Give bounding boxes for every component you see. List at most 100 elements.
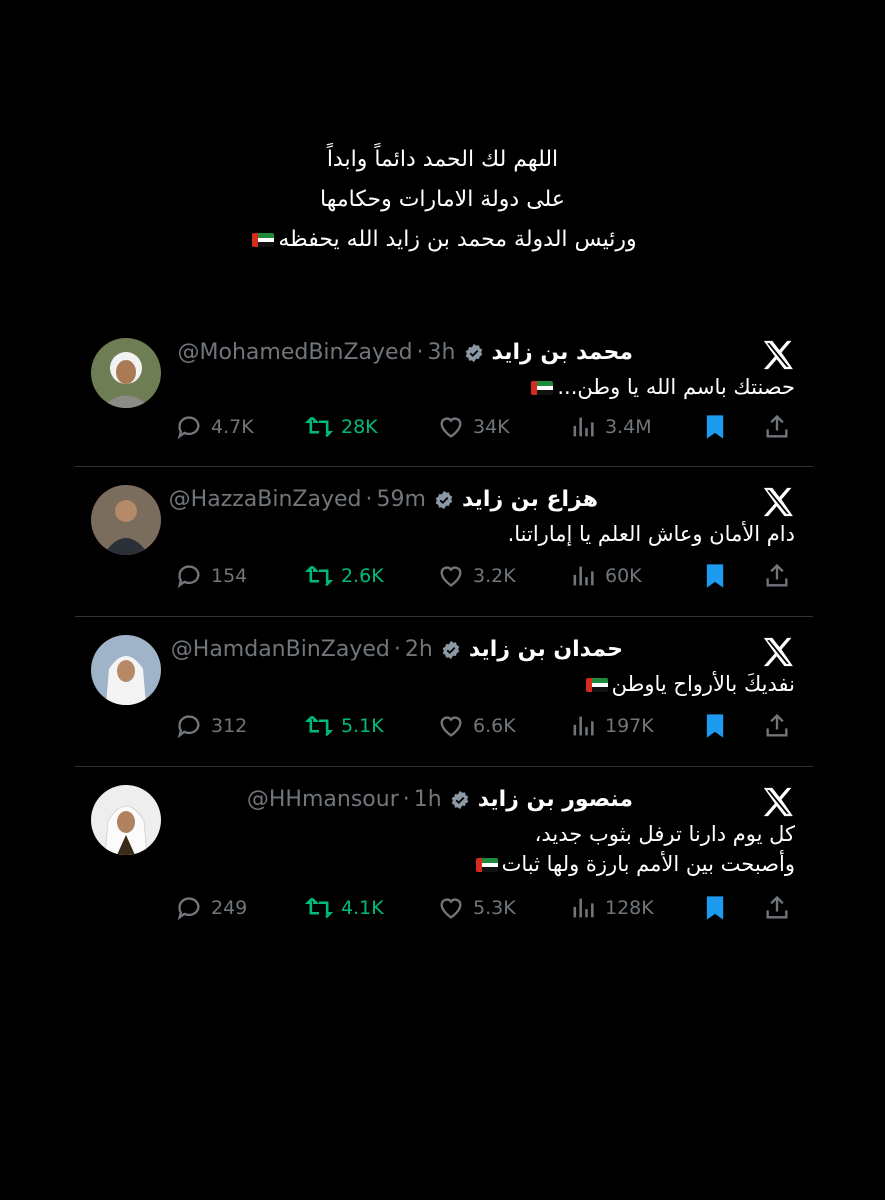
reply-count: 249 <box>211 897 248 919</box>
uae-flag-icon <box>252 233 275 247</box>
avatar[interactable] <box>91 635 161 705</box>
tweet-card[interactable]: @HHmansour · 1h منصور بن زايد كل يوم دار… <box>75 785 813 925</box>
views-count: 197K <box>605 715 654 737</box>
x-logo-icon <box>763 637 793 667</box>
retweet-count: 5.1K <box>341 715 384 737</box>
like-icon <box>440 716 462 737</box>
uae-flag-icon <box>585 678 608 692</box>
separator-dot: · <box>416 340 424 365</box>
reply-button[interactable]: 249 <box>175 894 247 922</box>
tweet-text-block: كل يوم دارنا ترفل بثوب جديد، وأصبحت بين … <box>472 819 795 879</box>
like-icon <box>440 566 462 587</box>
views-button[interactable]: 128K <box>569 894 654 922</box>
separator-dot: · <box>365 487 373 512</box>
reply-count: 4.7K <box>211 416 254 438</box>
tweet-header: @HamdanBinZayed · 2h حمدان بن زايد <box>171 635 623 665</box>
reply-icon <box>177 416 200 440</box>
tweet-card[interactable]: @HazzaBinZayed · 59m هزاع بن زايد دام ال… <box>75 485 813 605</box>
verified-badge-icon <box>451 790 468 810</box>
tweet-handle[interactable]: @HamdanBinZayed <box>171 635 390 665</box>
tweet-text-line-2: وأصبحت بين الأمم بارزة ولها ثبات <box>501 852 795 876</box>
screenshot-page: اللهم لك الحمد دائماً وابداً على دولة ال… <box>0 0 885 1200</box>
x-logo-icon <box>763 340 793 370</box>
like-button[interactable]: 6.6K <box>437 712 516 740</box>
bookmark-button[interactable] <box>701 712 729 740</box>
retweet-icon <box>305 565 333 587</box>
retweet-count: 2.6K <box>341 565 384 587</box>
tweet-display-name[interactable]: محمد بن زايد <box>492 338 634 368</box>
separator-dot: · <box>393 637 401 662</box>
views-button[interactable]: 60K <box>569 562 642 590</box>
retweet-button[interactable]: 5.1K <box>305 712 384 740</box>
views-count: 128K <box>605 897 654 919</box>
like-count: 6.6K <box>473 715 516 737</box>
retweet-button[interactable]: 28K <box>305 413 378 441</box>
uae-flag-icon <box>475 858 498 872</box>
tweet-text: نفديكَ بالأرواح ياوطن <box>611 672 795 696</box>
reply-icon <box>177 565 200 589</box>
avatar[interactable] <box>91 485 161 555</box>
tweet-display-name[interactable]: هزاع بن زايد <box>462 485 598 515</box>
bookmark-button[interactable] <box>701 413 729 441</box>
separator-dot: · <box>402 787 410 812</box>
share-icon <box>766 895 788 919</box>
views-icon <box>573 417 594 437</box>
tweet-text-row: حصنتك باسم الله يا وطن... <box>527 372 795 402</box>
verified-badge-icon <box>465 343 482 363</box>
tweet-actions: 4.7K 28K 34K 3.4M <box>175 412 795 442</box>
tweet-actions: 312 5.1K 6.6K 197K <box>175 711 795 741</box>
tweet-time[interactable]: 3h <box>428 338 456 368</box>
views-button[interactable]: 3.4M <box>569 413 652 441</box>
tweet-text: حصنتك باسم الله يا وطن... <box>557 375 795 399</box>
like-icon <box>440 898 462 919</box>
retweet-icon <box>305 715 333 737</box>
bookmark-icon <box>706 714 724 738</box>
header-line-3: ورئيس الدولة محمد بن زايد الله يحفظه <box>278 227 637 252</box>
bookmark-icon <box>706 896 724 920</box>
share-button[interactable] <box>763 712 791 740</box>
bookmark-button[interactable] <box>701 562 729 590</box>
tweet-handle[interactable]: @MohamedBinZayed <box>178 338 413 368</box>
uae-flag-icon <box>531 381 554 395</box>
like-button[interactable]: 5.3K <box>437 894 516 922</box>
verified-badge-icon <box>435 490 453 510</box>
views-button[interactable]: 197K <box>569 712 654 740</box>
retweet-button[interactable]: 2.6K <box>305 562 384 590</box>
tweet-time[interactable]: 2h <box>405 635 433 665</box>
tweet-handle[interactable]: @HHmansour <box>247 785 399 815</box>
reply-button[interactable]: 4.7K <box>175 413 254 441</box>
retweet-button[interactable]: 4.1K <box>305 894 384 922</box>
share-button[interactable] <box>763 562 791 590</box>
tweet-text-row: دام الأمان وعاش العلم يا إماراتنا. <box>508 519 795 549</box>
reply-icon <box>177 897 200 921</box>
tweet-handle[interactable]: @HazzaBinZayed <box>169 485 362 515</box>
tweet-time[interactable]: 59m <box>377 485 426 515</box>
bookmark-button[interactable] <box>701 894 729 922</box>
avatar[interactable] <box>91 338 161 408</box>
share-icon <box>766 414 788 438</box>
retweet-count: 28K <box>341 416 378 438</box>
tweet-display-name[interactable]: منصور بن زايد <box>478 785 633 815</box>
reply-icon <box>177 715 200 739</box>
bookmark-icon <box>706 564 724 588</box>
share-button[interactable] <box>763 894 791 922</box>
tweet-actions: 249 4.1K 5.3K 128K <box>175 893 795 923</box>
x-logo-icon <box>763 787 793 817</box>
like-button[interactable]: 34K <box>437 413 510 441</box>
header-line-1: اللهم لك الحمد دائماً وابداً <box>326 147 559 172</box>
tweet-text: دام الأمان وعاش العلم يا إماراتنا. <box>507 522 795 546</box>
reply-button[interactable]: 312 <box>175 712 247 740</box>
like-icon <box>440 417 462 438</box>
tweet-actions: 154 2.6K 3.2K 60K <box>175 561 795 591</box>
tweet-header: @MohamedBinZayed · 3h محمد بن زايد <box>178 338 633 368</box>
tweet-header: @HHmansour · 1h منصور بن زايد <box>247 785 633 815</box>
avatar[interactable] <box>91 785 161 855</box>
reply-button[interactable]: 154 <box>175 562 247 590</box>
tweet-card[interactable]: @HamdanBinZayed · 2h حمدان بن زايد نفديك… <box>75 635 813 755</box>
tweet-display-name[interactable]: حمدان بن زايد <box>469 635 623 665</box>
x-logo-icon <box>763 487 793 517</box>
tweet-time[interactable]: 1h <box>414 785 442 815</box>
share-button[interactable] <box>763 413 791 441</box>
like-button[interactable]: 3.2K <box>437 562 516 590</box>
tweet-card[interactable]: @MohamedBinZayed · 3h محمد بن زايد حصنتك… <box>75 338 813 458</box>
